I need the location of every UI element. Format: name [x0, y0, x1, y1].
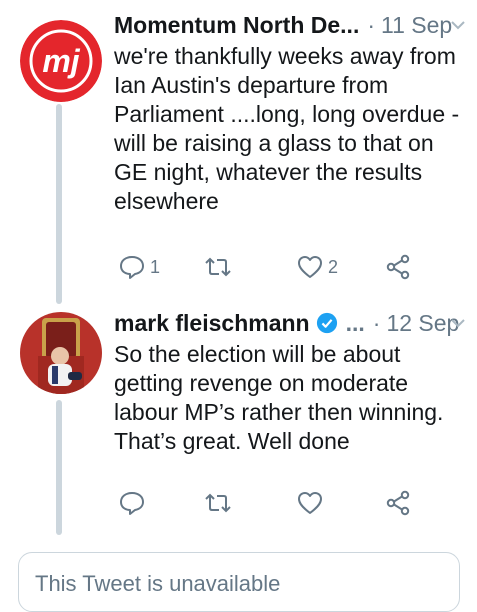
tweet-header: Momentum North De... · 11 Sep	[114, 8, 467, 42]
tweet-actions: 1 2	[114, 250, 434, 284]
like-button[interactable]: 2	[296, 250, 338, 284]
heart-icon	[298, 256, 322, 278]
like-button[interactable]	[296, 486, 328, 520]
chevron-down-icon[interactable]	[447, 14, 469, 36]
unavailable-tweet-card: This Tweet is unavailable	[18, 552, 460, 612]
share-icon	[386, 490, 410, 516]
reply-icon	[120, 492, 144, 515]
avatar[interactable]: mj	[20, 20, 102, 102]
share-icon	[386, 254, 410, 280]
author-name[interactable]: Momentum North De...	[114, 12, 359, 39]
retweet-button[interactable]	[204, 486, 236, 520]
avatar[interactable]	[20, 312, 102, 394]
retweet-icon	[205, 493, 231, 513]
profile-photo	[20, 312, 102, 394]
share-button[interactable]	[384, 486, 412, 520]
tweet-text: So the election will be about getting re…	[114, 341, 444, 454]
unavailable-notice: This Tweet is unavailable	[35, 571, 281, 596]
tweet[interactable]: mj Momentum North De... · 11 Sep we're t…	[0, 0, 477, 300]
tweet-text: we're thankfully weeks away from Ian Aus…	[114, 43, 460, 214]
tweet-date[interactable]: 11 Sep	[381, 12, 452, 39]
separator-dot: ·	[372, 309, 381, 336]
retweet-icon	[205, 257, 231, 277]
svg-text:mj: mj	[42, 43, 80, 79]
heart-icon	[298, 492, 322, 514]
reply-button[interactable]	[118, 486, 150, 520]
tweet[interactable]: mark fleischmann ... · 12 Sep So the ele…	[0, 300, 477, 540]
reply-icon	[120, 256, 144, 279]
like-count: 2	[328, 256, 339, 277]
share-button[interactable]	[384, 250, 412, 284]
verified-badge-icon	[316, 312, 337, 334]
name-ellipsis: ...	[345, 309, 365, 336]
separator-dot: ·	[367, 11, 376, 38]
momentum-logo: mj	[20, 20, 102, 102]
reply-button[interactable]: 1	[118, 250, 160, 284]
author-name[interactable]: mark fleischmann	[114, 310, 310, 337]
tweet-actions	[114, 486, 434, 520]
chevron-down-icon[interactable]	[447, 312, 469, 334]
tweet-header: mark fleischmann ... · 12 Sep	[114, 306, 467, 340]
retweet-button[interactable]	[204, 250, 236, 284]
reply-count: 1	[150, 256, 161, 277]
